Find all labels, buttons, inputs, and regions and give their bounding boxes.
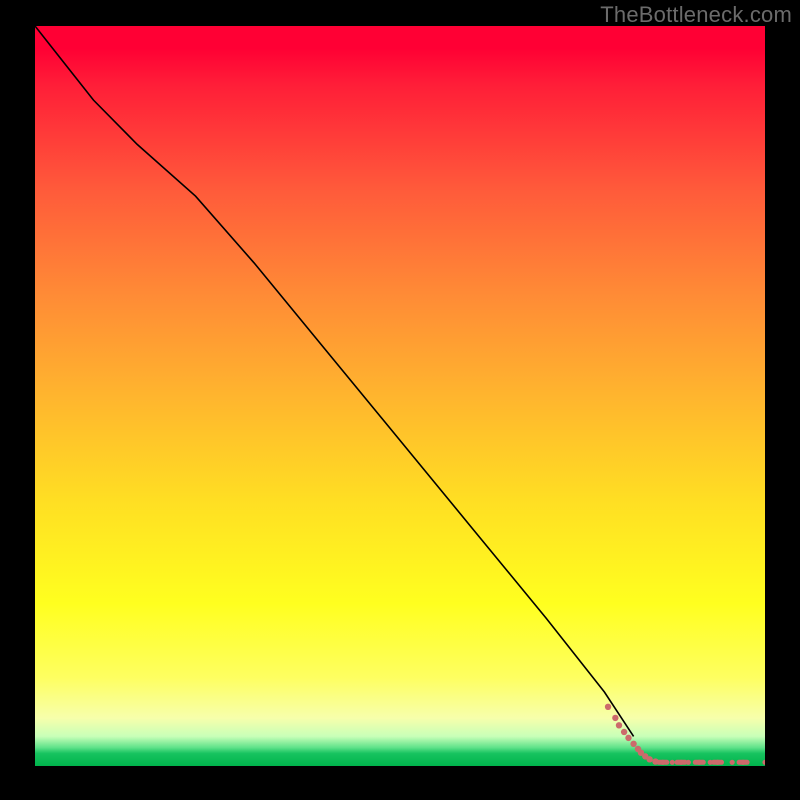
data-point [612, 715, 618, 721]
data-point [616, 722, 622, 728]
data-point [762, 760, 765, 765]
data-point [625, 735, 631, 741]
chart-container: TheBottleneck.com [0, 0, 800, 800]
bottleneck-curve [35, 26, 634, 736]
data-point [630, 741, 636, 747]
attribution-label: TheBottleneck.com [600, 2, 792, 28]
data-point [730, 760, 735, 765]
data-point [605, 704, 611, 710]
data-point [686, 760, 691, 765]
data-point [621, 729, 627, 735]
optimal-points-group [605, 704, 765, 765]
data-point [646, 756, 652, 762]
data-point [670, 760, 675, 765]
chart-svg [35, 26, 765, 766]
